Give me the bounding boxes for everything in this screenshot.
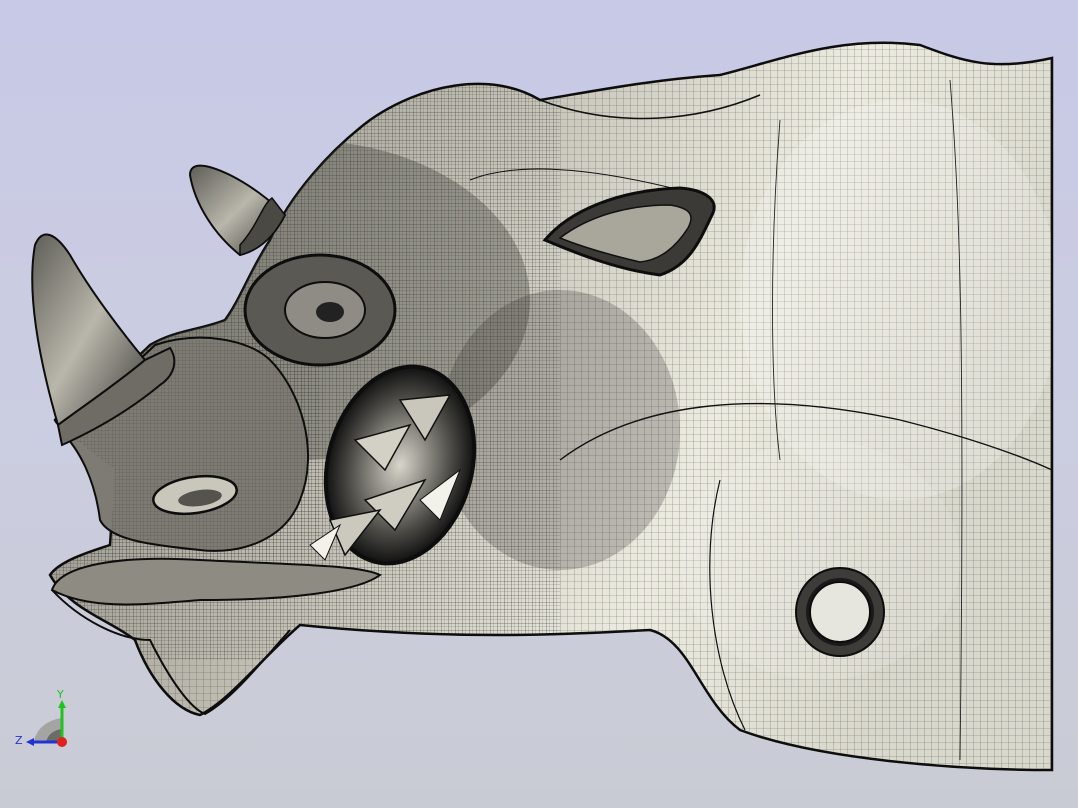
x-axis-dot	[57, 737, 67, 747]
rhino-head-model[interactable]	[0, 0, 1078, 808]
3d-viewport[interactable]: Y Z	[0, 0, 1078, 808]
pin-hole	[795, 567, 885, 657]
y-axis-label: Y	[56, 688, 64, 701]
axis-triad[interactable]: Y Z	[12, 684, 82, 754]
z-axis-label: Z	[15, 734, 23, 747]
